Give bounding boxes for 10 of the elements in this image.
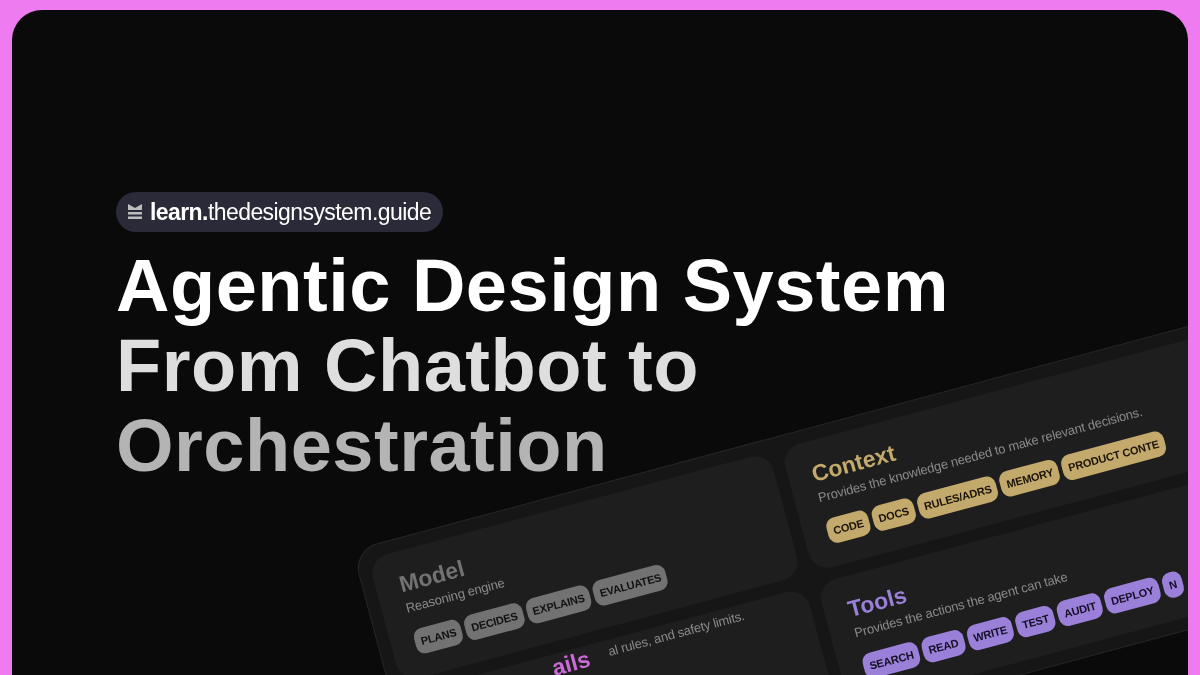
tag: CODE [824, 508, 873, 545]
title-line: Agentic Design System [116, 246, 949, 326]
card-title: ails [549, 645, 593, 675]
site-url: learn.thedesignsystem.guide [150, 197, 432, 227]
title-line: Orchestration [116, 406, 608, 486]
logo-icon [128, 204, 142, 220]
title-line: From Chatbot to [116, 326, 699, 406]
card-description: al rules, and safety limits. [605, 607, 747, 661]
tag: TEST [1013, 603, 1058, 640]
tag: N [1159, 569, 1186, 600]
